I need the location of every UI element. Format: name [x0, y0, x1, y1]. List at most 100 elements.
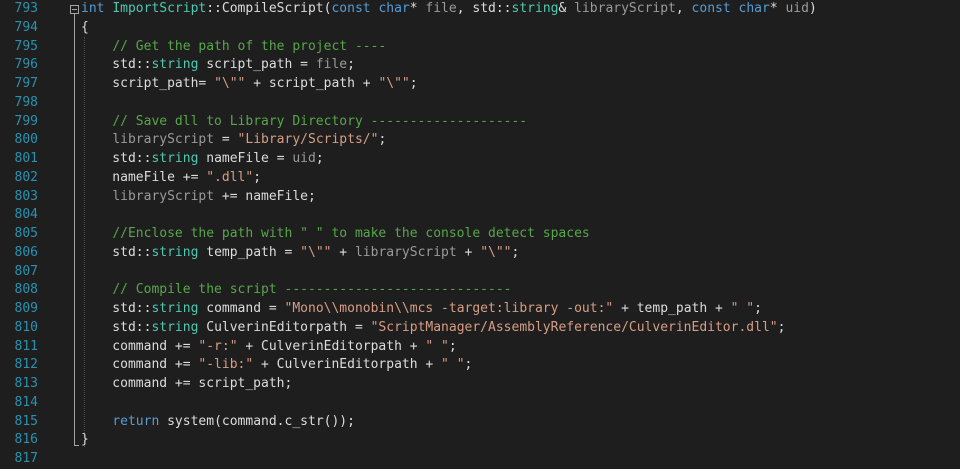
code-line[interactable]: 810 std::string CulverinEditorpath = "Sc…: [0, 319, 960, 338]
code-token: ,: [675, 1, 692, 16]
code-line[interactable]: 800 libraryScript = "Library/Scripts/";: [0, 131, 960, 150]
code-token: std::: [81, 301, 152, 316]
code-token: command += script_path;: [81, 376, 293, 391]
code-text: std::string nameFile = uid;: [81, 150, 323, 169]
code-line[interactable]: 801 std::string nameFile = uid;: [0, 150, 960, 169]
code-line[interactable]: 811 command += "-r:" + CulverinEditorpat…: [0, 338, 960, 357]
code-token: nameFile =: [198, 151, 293, 166]
code-line[interactable]: 796 std::string script_path = file;: [0, 56, 960, 75]
code-token: std::: [81, 151, 152, 166]
code-line[interactable]: 806 std::string temp_path = "\"" + libra…: [0, 244, 960, 263]
line-number: 808: [14, 282, 38, 298]
code-text: int ImportScript::CompileScript( const ch…: [81, 0, 817, 19]
code-token: ::: [206, 1, 222, 16]
code-token: std::: [81, 244, 152, 260]
code-token: "Mono\\monobin\\mcs -target:library -out…: [284, 301, 614, 316]
code-token: std::: [81, 57, 152, 73]
code-token: *: [769, 1, 786, 16]
code-token: "ScriptManager/AssemblyReference/Culveri…: [370, 319, 778, 335]
code-token: const: [691, 1, 731, 16]
code-line[interactable]: 799 // Save dll to Library Directory ---…: [0, 113, 960, 132]
code-text: script_path= "\"" + script_path + "\"";: [81, 75, 418, 94]
code-token: ;: [347, 57, 355, 73]
code-token: char: [378, 1, 410, 16]
code-line[interactable]: 805 //Enclose the path with " " to make …: [0, 225, 960, 244]
line-number: 810: [14, 319, 38, 335]
code-token: temp_path =: [198, 244, 301, 260]
code-token: script_path =: [198, 57, 316, 73]
code-token: + temp_path +: [613, 301, 731, 316]
line-number: 795: [14, 38, 38, 54]
code-line[interactable]: 817: [0, 450, 960, 469]
code-token: ;: [378, 132, 387, 148]
line-number: 815: [14, 413, 38, 429]
code-token: ".dll": [206, 169, 254, 185]
code-line[interactable]: 794 {: [0, 19, 960, 38]
code-line[interactable]: 812 command += "-lib:" + CulverinEditorp…: [0, 356, 960, 375]
code-editor[interactable]: 793 int ImportScript::CompileScript(const…: [0, 0, 960, 466]
line-number: 797: [14, 76, 38, 91]
code-token: += nameFile;: [214, 188, 316, 204]
code-token: string: [511, 1, 559, 16]
code-line[interactable]: 804: [0, 206, 960, 225]
code-token: string: [151, 57, 199, 73]
code-token: file: [425, 1, 457, 16]
code-line[interactable]: 813 command += script_path;: [0, 375, 960, 394]
line-number: 814: [14, 394, 38, 410]
code-token: // Compile the script ------------------…: [112, 282, 512, 298]
code-token: command =: [198, 301, 285, 316]
code-token: //Enclose the path with " " to make the …: [112, 226, 590, 241]
code-line[interactable]: 793 int ImportScript::CompileScript(const…: [0, 0, 960, 19]
code-line[interactable]: 798: [0, 94, 960, 113]
code-line[interactable]: 816}: [0, 431, 960, 450]
code-text: // Get the path of the project ----: [81, 38, 386, 57]
code-text: std::string temp_path = "\"" + librarySc…: [81, 244, 519, 263]
code-token: " ": [730, 301, 755, 316]
code-token: std::: [81, 319, 152, 335]
code-text: libraryScript = "Library/Scripts/";: [81, 131, 386, 150]
code-text: std::string CulverinEditorpath = "Script…: [81, 319, 785, 338]
code-token: int: [81, 1, 105, 16]
code-text: }: [81, 431, 89, 450]
code-text: std::string command = "Mono\\monobin\\mc…: [81, 300, 762, 319]
code-token: "\"": [378, 76, 410, 91]
code-line[interactable]: 808 // Compile the script --------------…: [0, 281, 960, 300]
line-number: 813: [14, 376, 38, 391]
code-token: string: [151, 244, 199, 260]
code-token: "\"": [300, 244, 332, 260]
line-number: 807: [14, 263, 38, 279]
code-line[interactable]: 797 script_path= "\"" + script_path + "\…: [0, 75, 960, 94]
code-token: "-r:": [198, 338, 238, 354]
code-token: =: [214, 132, 238, 148]
code-token: , std::: [456, 1, 512, 16]
line-number: 802: [14, 169, 38, 185]
code-token: +: [331, 244, 355, 260]
code-line[interactable]: 802 nameFile += ".dll";: [0, 169, 960, 188]
code-token: CompileScript(: [221, 1, 332, 16]
code-token: // Get the path of the project ----: [112, 38, 387, 54]
code-line[interactable]: 803 libraryScript += nameFile;: [0, 188, 960, 207]
code-line[interactable]: 807: [0, 263, 960, 282]
line-number: 817: [14, 451, 38, 466]
line-number: 811: [14, 338, 38, 354]
code-line[interactable]: 815 return system(command.c_str());: [0, 413, 960, 432]
code-token: ;: [511, 244, 520, 260]
code-token: + script_path +: [245, 76, 379, 91]
code-token: ImportScript: [112, 1, 207, 16]
code-token: ;: [409, 76, 418, 91]
code-token: nameFile +=: [81, 169, 207, 185]
code-token: "\"": [480, 244, 512, 260]
code-line[interactable]: 814: [0, 394, 960, 413]
line-number: 803: [14, 188, 38, 204]
code-token: uid: [292, 151, 316, 166]
code-token: ;: [777, 319, 786, 335]
code-token: CulverinEditorpath =: [198, 319, 371, 335]
line-number: 801: [14, 151, 38, 166]
code-line[interactable]: 795 // Get the path of the project ----: [0, 38, 960, 57]
code-text: // Compile the script ------------------…: [81, 281, 511, 300]
code-token: char: [738, 1, 770, 16]
code-line[interactable]: 809 std::string command = "Mono\\monobin…: [0, 300, 960, 319]
